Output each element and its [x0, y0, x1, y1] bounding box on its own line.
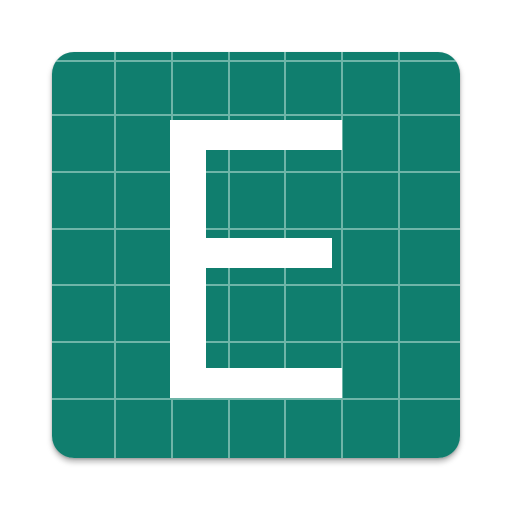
icon-canvas: E [0, 0, 512, 512]
app-icon[interactable]: E [52, 52, 460, 458]
letter-e-glyph [170, 120, 342, 398]
